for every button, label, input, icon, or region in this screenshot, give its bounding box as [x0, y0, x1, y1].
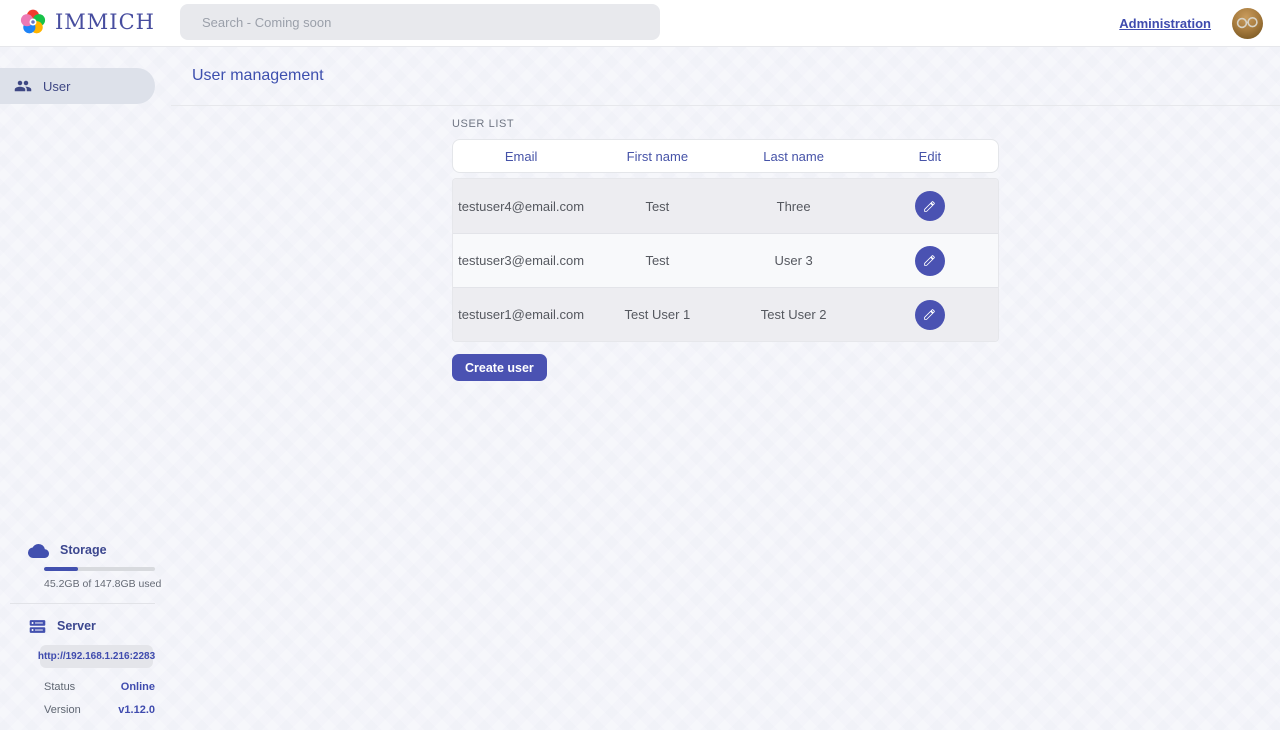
user-avatar[interactable]: [1232, 8, 1263, 39]
edit-user-button[interactable]: [915, 300, 945, 330]
cell-last-name: Test User 2: [726, 307, 862, 322]
table-row: testuser3@email.com Test User 3: [453, 233, 998, 287]
cell-email: testuser1@email.com: [453, 307, 589, 322]
top-bar: IMMICH Administration: [0, 0, 1280, 47]
server-url-chip: http://192.168.1.216:2283: [40, 645, 153, 668]
immich-logo[interactable]: IMMICH: [18, 7, 155, 37]
immich-flower-icon: [18, 7, 48, 37]
status-value: Online: [121, 681, 155, 693]
edit-user-button[interactable]: [915, 191, 945, 221]
page-header: User management: [171, 47, 1280, 106]
brand-name: IMMICH: [55, 10, 155, 34]
sidebar-footer: Storage 45.2GB of 147.8GB used Server ht…: [0, 540, 170, 718]
storage-progress-fill: [44, 567, 78, 571]
storage-title: Storage: [60, 543, 107, 557]
storage-progress-bar: [44, 567, 155, 571]
pencil-icon: [923, 200, 936, 213]
server-version-row: Version v1.12.0: [44, 702, 155, 718]
cell-last-name: Three: [726, 199, 862, 214]
column-header-edit: Edit: [862, 149, 998, 164]
pencil-icon: [923, 308, 936, 321]
cell-first-name: Test: [589, 199, 725, 214]
user-list-label: USER LIST: [452, 118, 999, 130]
server-status-row: Status Online: [44, 679, 155, 695]
server-section-header: Server: [0, 616, 170, 636]
table-row: testuser1@email.com Test User 1 Test Use…: [453, 287, 998, 341]
cloud-icon: [28, 543, 49, 558]
main-content: User management USER LIST Email First na…: [171, 47, 1280, 730]
cell-last-name: User 3: [726, 253, 862, 268]
version-label: Version: [44, 704, 81, 716]
search-input[interactable]: [180, 4, 660, 40]
table-header: Email First name Last name Edit: [452, 139, 999, 173]
column-header-first-name: First name: [589, 149, 725, 164]
sidebar-item-user-label: User: [43, 79, 70, 94]
user-list-section: USER LIST Email First name Last name Edi…: [452, 118, 999, 381]
create-user-button[interactable]: Create user: [452, 354, 547, 381]
glasses-icon: [1235, 17, 1260, 29]
top-right-group: Administration: [1119, 0, 1263, 47]
sidebar-item-user[interactable]: User: [0, 68, 155, 104]
sidebar: User Storage 45.2GB of 147.8GB used S: [0, 47, 170, 730]
cell-first-name: Test: [589, 253, 725, 268]
pencil-icon: [923, 254, 936, 267]
table-row: testuser4@email.com Test Three: [453, 179, 998, 233]
server-title: Server: [57, 619, 96, 633]
administration-link[interactable]: Administration: [1119, 16, 1211, 31]
storage-section-header: Storage: [0, 540, 170, 560]
column-header-email: Email: [453, 149, 589, 164]
column-header-last-name: Last name: [726, 149, 862, 164]
page-title: User management: [192, 67, 324, 85]
version-value: v1.12.0: [118, 704, 155, 716]
server-icon: [29, 618, 46, 635]
storage-usage-text: 45.2GB of 147.8GB used: [44, 578, 170, 590]
edit-user-button[interactable]: [915, 246, 945, 276]
table-body: testuser4@email.com Test Three testuser3…: [452, 178, 999, 342]
sidebar-footer-divider: [10, 603, 155, 604]
cell-email: testuser3@email.com: [453, 253, 589, 268]
search-bar: [180, 4, 660, 40]
cell-email: testuser4@email.com: [453, 199, 589, 214]
users-icon: [14, 77, 32, 95]
cell-first-name: Test User 1: [589, 307, 725, 322]
status-label: Status: [44, 681, 75, 693]
